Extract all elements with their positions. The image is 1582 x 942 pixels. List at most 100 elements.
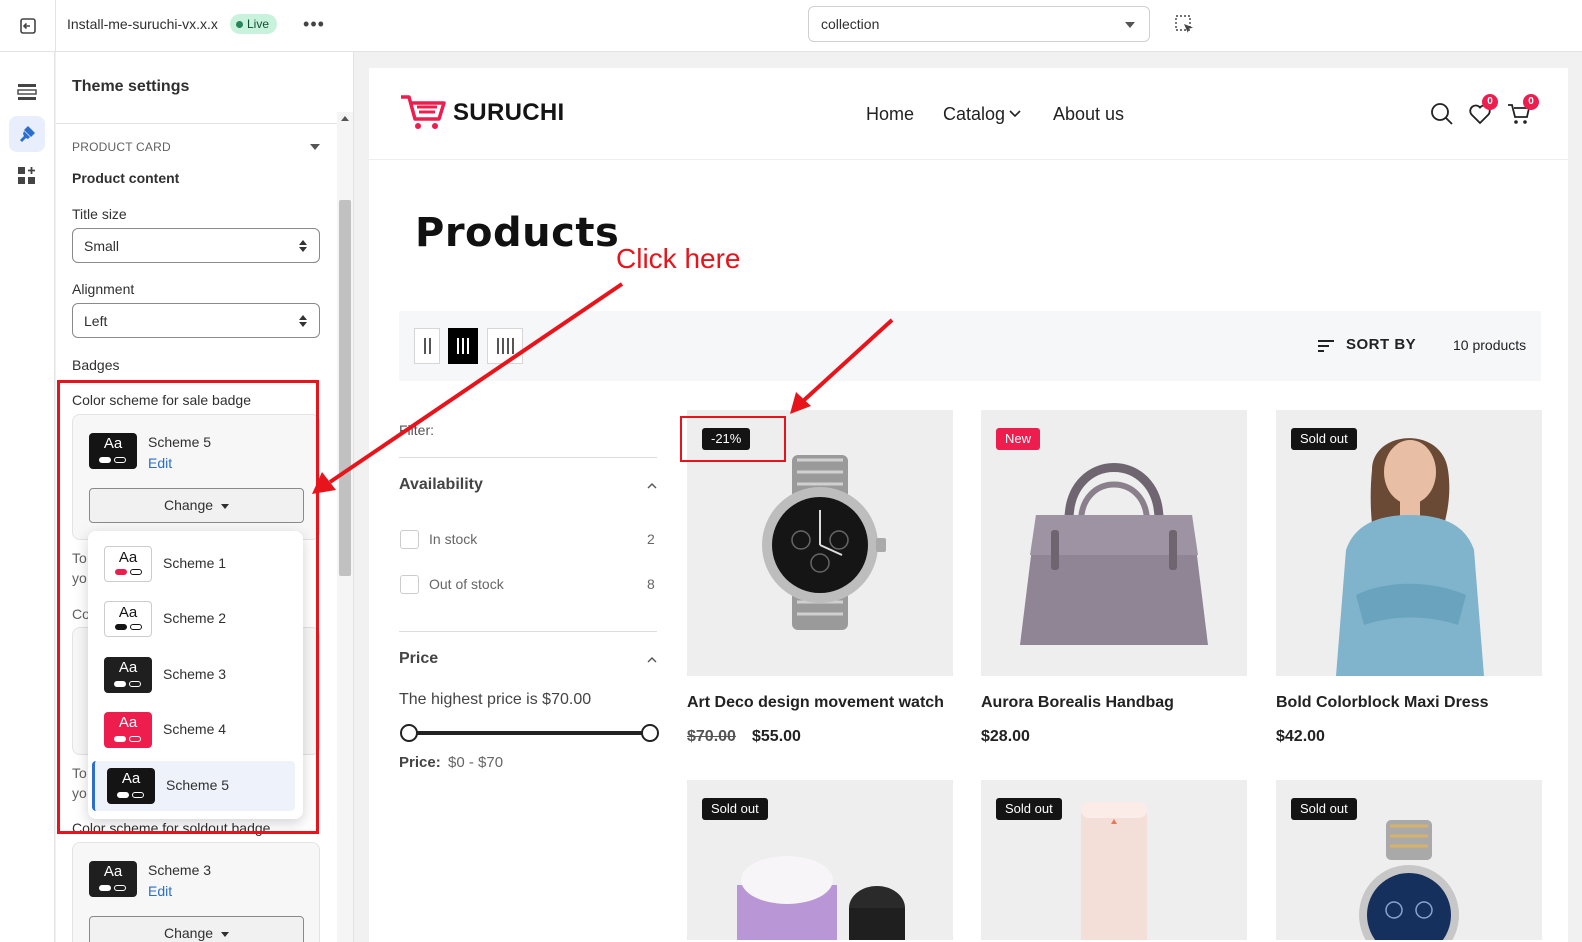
page-select-value: collection bbox=[821, 16, 880, 32]
change-scheme-button[interactable]: Change bbox=[89, 916, 304, 942]
edit-scheme-link[interactable]: Edit bbox=[148, 883, 172, 899]
out-of-stock-label[interactable]: Out of stock bbox=[429, 576, 504, 592]
grid-3-columns-button[interactable] bbox=[448, 328, 478, 364]
product-price: $28.00 bbox=[981, 728, 1030, 745]
sort-lines-icon[interactable] bbox=[1317, 339, 1335, 353]
chevron-down-icon bbox=[1125, 22, 1135, 28]
product-image[interactable]: Sold out bbox=[687, 780, 953, 940]
soldout-badge-scheme-card: Aa Scheme 3 Edit Change bbox=[72, 842, 320, 942]
storefront-preview: SURUCHI Home Catalog About us 0 0 Produc… bbox=[369, 68, 1568, 942]
product-image[interactable]: Sold out bbox=[1276, 780, 1542, 940]
select-cursor-icon bbox=[1175, 15, 1193, 33]
sold-out-badge: Sold out bbox=[702, 798, 768, 820]
paintbrush-icon bbox=[20, 126, 35, 142]
divider bbox=[399, 631, 657, 632]
product-title[interactable]: Aurora Borealis Handbag bbox=[981, 694, 1174, 712]
product-price: $42.00 bbox=[1276, 728, 1325, 745]
scroll-thumb[interactable] bbox=[339, 200, 351, 576]
product-title[interactable]: Bold Colorblock Maxi Dress bbox=[1276, 694, 1489, 712]
change-label: Change bbox=[163, 925, 214, 941]
rail-apps-button[interactable] bbox=[9, 158, 45, 194]
product-content-heading: Product content bbox=[72, 170, 180, 186]
grid-4-columns-button[interactable] bbox=[487, 328, 523, 364]
wishlist-count-badge: 0 bbox=[1482, 94, 1498, 110]
page-title: Products bbox=[415, 210, 620, 256]
page-template-select[interactable]: collection bbox=[808, 6, 1150, 42]
in-stock-checkbox[interactable] bbox=[400, 530, 419, 549]
badges-heading: Badges bbox=[72, 357, 120, 373]
price-range-label: Price: bbox=[399, 754, 441, 771]
new-badge: New bbox=[996, 428, 1041, 450]
store-header: SURUCHI Home Catalog About us 0 0 bbox=[369, 68, 1568, 160]
scheme-swatch: Aa bbox=[89, 861, 137, 897]
nav-home[interactable]: Home bbox=[866, 104, 914, 125]
alignment-select[interactable]: Left bbox=[72, 303, 320, 338]
highest-price-note: The highest price is $70.00 bbox=[399, 691, 592, 708]
price-slider-min-handle[interactable] bbox=[400, 724, 418, 742]
product-image[interactable]: Sold out bbox=[981, 780, 1247, 940]
collection-toolbar: SORT BY 10 products bbox=[399, 311, 1541, 381]
alignment-label: Alignment bbox=[72, 281, 135, 297]
nav-catalog[interactable]: Catalog bbox=[943, 104, 1005, 125]
title-size-label: Title size bbox=[72, 206, 127, 222]
price-range-value: $0 - $70 bbox=[448, 754, 504, 771]
chevron-down-icon bbox=[1009, 110, 1021, 118]
product-count: 10 products bbox=[1453, 337, 1527, 353]
out-of-stock-count: 8 bbox=[647, 576, 655, 592]
annotation-highlight-settings bbox=[57, 380, 319, 834]
product-title[interactable]: Art Deco design movement watch bbox=[687, 694, 944, 712]
product-image[interactable]: Sold out bbox=[1276, 410, 1542, 676]
price-filter-toggle[interactable]: Price bbox=[399, 650, 438, 668]
cart-logo-icon bbox=[401, 95, 446, 129]
title-size-value: Small bbox=[84, 238, 120, 254]
product-image[interactable]: New bbox=[981, 410, 1247, 676]
exit-editor-button[interactable] bbox=[14, 12, 42, 40]
annotation-highlight-badge bbox=[680, 416, 786, 462]
select-arrows-icon bbox=[299, 315, 307, 327]
search-icon[interactable] bbox=[1430, 102, 1454, 126]
nav-about-us[interactable]: About us bbox=[1053, 104, 1124, 125]
collapse-caret-icon[interactable] bbox=[310, 144, 320, 150]
panel-title: Theme settings bbox=[72, 78, 190, 95]
scroll-up-arrow-icon[interactable] bbox=[341, 116, 349, 121]
chevron-up-icon[interactable] bbox=[647, 482, 657, 489]
editor-left-rail bbox=[0, 52, 55, 942]
panel-scrollbar[interactable] bbox=[337, 112, 353, 942]
status-dot-icon bbox=[236, 20, 243, 28]
in-stock-label[interactable]: In stock bbox=[429, 531, 477, 547]
annotation-text: Click here bbox=[616, 243, 741, 274]
rail-sections-button[interactable] bbox=[9, 74, 45, 110]
exit-icon bbox=[20, 18, 36, 34]
swatch-text: Aa bbox=[103, 863, 123, 880]
cart-count-badge: 0 bbox=[1523, 94, 1539, 110]
soldout-badge-scheme-name: Scheme 3 bbox=[148, 862, 212, 878]
compare-at-price: $70.00 bbox=[687, 728, 736, 745]
out-of-stock-checkbox[interactable] bbox=[400, 575, 419, 594]
select-arrows-icon bbox=[299, 240, 307, 252]
filter-heading: Filter: bbox=[399, 422, 434, 438]
live-status-badge: Live bbox=[230, 14, 278, 34]
product-price: $55.00 bbox=[752, 728, 801, 745]
sold-out-badge: Sold out bbox=[1291, 428, 1357, 450]
in-stock-count: 2 bbox=[647, 531, 655, 547]
grid-2-columns-button[interactable] bbox=[414, 328, 440, 364]
price-slider-track[interactable] bbox=[409, 731, 649, 735]
divider bbox=[56, 123, 338, 124]
inspector-button[interactable] bbox=[1172, 12, 1198, 38]
price-slider-max-handle[interactable] bbox=[641, 724, 659, 742]
store-logo[interactable]: SURUCHI bbox=[453, 99, 564, 127]
title-size-select[interactable]: Small bbox=[72, 228, 320, 263]
sort-by-button[interactable]: SORT BY bbox=[1346, 336, 1416, 353]
more-actions-button[interactable]: ••• bbox=[300, 12, 328, 36]
sold-out-badge: Sold out bbox=[996, 798, 1062, 820]
sections-icon bbox=[17, 84, 37, 100]
apps-icon bbox=[18, 167, 35, 184]
rail-theme-settings-button[interactable] bbox=[9, 116, 45, 152]
alignment-value: Left bbox=[84, 313, 108, 329]
availability-filter-toggle[interactable]: Availability bbox=[399, 476, 483, 494]
live-label: Live bbox=[247, 17, 270, 31]
section-heading-product-card[interactable]: PRODUCT CARD bbox=[72, 140, 171, 154]
divider bbox=[399, 457, 657, 458]
caret-down-icon bbox=[221, 931, 230, 937]
chevron-up-icon[interactable] bbox=[647, 656, 657, 663]
